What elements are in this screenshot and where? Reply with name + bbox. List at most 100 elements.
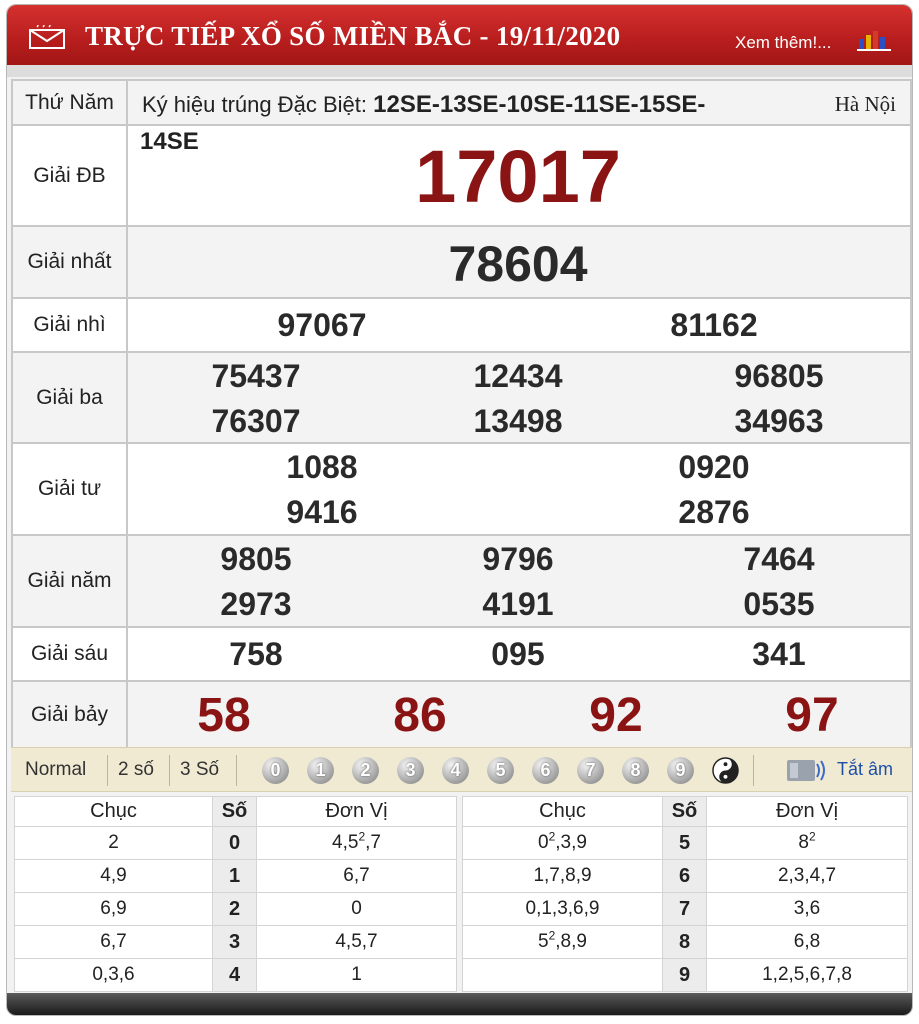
loto-so: 0: [212, 826, 257, 860]
loto-so: 6: [662, 859, 707, 893]
digit-ball-2[interactable]: 2: [352, 757, 379, 784]
digit-ball-8[interactable]: 8: [622, 757, 649, 784]
three-digit-mode-button[interactable]: 3 Số: [180, 759, 219, 781]
loto-so: 2: [212, 892, 257, 926]
table-row: 9 1,2,5,6,7,8: [462, 958, 908, 992]
prize-label-nam: Giải năm: [11, 534, 128, 628]
prize-number: 2973: [220, 586, 292, 622]
prize-label-nhat: Giải nhất: [11, 225, 128, 299]
table-row: 2 0 4,52,7: [14, 826, 457, 860]
prize-number: 75437: [211, 358, 301, 394]
digit-ball-5[interactable]: 5: [487, 757, 514, 784]
header-divider: [7, 65, 912, 77]
place-name: Hà Nội: [834, 92, 896, 116]
normal-mode-button[interactable]: Normal: [25, 759, 86, 781]
kyhieu-value-continued: 14SE: [140, 128, 199, 155]
display-toolbar: Normal 2 số 3 Số 0 1 2 3 4 5 6 7 8 9 Tắt…: [11, 747, 912, 792]
prize-number: 758: [229, 636, 283, 672]
loto-chuc: [462, 958, 663, 992]
digit-ball-4[interactable]: 4: [442, 757, 469, 784]
prize-label-sau: Giải sáu: [11, 626, 128, 682]
special-prize-number: 17017: [415, 135, 621, 218]
prize-number: 9416: [286, 494, 358, 530]
two-digit-mode-button[interactable]: 2 số: [118, 759, 154, 781]
loto-header-chuc: Chục: [14, 796, 213, 827]
mail-icon: [29, 25, 65, 49]
prize-number: 341: [752, 636, 806, 672]
loto-chuc: 1,7,8,9: [462, 859, 663, 893]
prize-number: 97067: [277, 307, 367, 343]
loto-header-donvi: Đơn Vị: [256, 796, 457, 827]
table-row: 6,9 2 0: [14, 892, 457, 926]
kyhieu-cell: Ký hiệu trúng Đặc Biệt: 12SE-13SE-10SE-1…: [126, 79, 912, 126]
loto-donvi: 3,6: [706, 892, 908, 926]
page-title: TRỰC TIẾP XỔ SỐ MIỀN BẮC - 19/11/2020: [85, 21, 621, 51]
prize-number: 9805: [220, 541, 292, 577]
see-more-link[interactable]: Xem thêm!...: [735, 33, 831, 53]
prize-nhat-cell: 78604: [126, 225, 912, 299]
prize-number: 97: [785, 689, 839, 742]
prize-label-tu: Giải tư: [11, 442, 128, 536]
kyhieu-line: Ký hiệu trúng Đặc Biệt: 12SE-13SE-10SE-1…: [142, 91, 705, 119]
prize-bay-cell: 58 86 92 97: [126, 680, 912, 750]
loto-donvi: 0: [256, 892, 457, 926]
weekday-cell: Thứ Năm: [11, 79, 128, 126]
loto-chuc: 0,3,6: [14, 958, 213, 992]
loto-so: 3: [212, 925, 257, 959]
loto-so: 4: [212, 958, 257, 992]
prize-number: 76307: [211, 403, 301, 439]
prize-nhi-cell: 97067 81162: [126, 297, 912, 353]
loto-so: 1: [212, 859, 257, 893]
bar-chart-icon[interactable]: [857, 27, 891, 51]
table-row: 02,3,9 5 82: [462, 826, 908, 860]
yin-yang-icon[interactable]: [712, 757, 739, 784]
loto-table-right: Chục Số Đơn Vị 02,3,9 5 82 1,7,8,9 6 2,3…: [462, 796, 908, 992]
separator: [236, 755, 237, 786]
loto-chuc: 6,7: [14, 925, 213, 959]
prize-number: 0535: [743, 586, 815, 622]
loto-donvi: 4,52,7: [256, 826, 457, 860]
kyhieu-label: Ký hiệu trúng Đặc Biệt:: [142, 92, 368, 117]
prize-number: 4191: [482, 586, 554, 622]
prize-label-ba: Giải ba: [11, 351, 128, 444]
table-row: 4,9 1 6,7: [14, 859, 457, 893]
separator: [107, 755, 108, 786]
table-row: 52,8,9 8 6,8: [462, 925, 908, 959]
lottery-panel: TRỰC TIẾP XỔ SỐ MIỀN BẮC - 19/11/2020 Xe…: [6, 4, 913, 1016]
loto-donvi: 1: [256, 958, 457, 992]
result-table: Thứ Năm Ký hiệu trúng Đặc Biệt: 12SE-13S…: [11, 79, 912, 750]
prize-ba-cell: 75437 12434 96805 76307 13498 34963: [126, 351, 912, 444]
header-bar: TRỰC TIẾP XỔ SỐ MIỀN BẮC - 19/11/2020 Xe…: [7, 5, 912, 71]
loto-so: 7: [662, 892, 707, 926]
loto-donvi: 4,5,7: [256, 925, 457, 959]
digit-ball-7[interactable]: 7: [577, 757, 604, 784]
digit-ball-1[interactable]: 1: [307, 757, 334, 784]
first-prize-number: 78604: [448, 236, 588, 292]
mute-button[interactable]: Tắt âm: [837, 759, 893, 780]
loto-header-chuc: Chục: [462, 796, 663, 827]
loto-donvi: 2,3,4,7: [706, 859, 908, 893]
loto-chuc: 6,9: [14, 892, 213, 926]
prize-number: 7464: [743, 541, 815, 577]
prize-db-cell: 14SE 17017: [126, 124, 912, 227]
prize-label-nhi: Giải nhì: [11, 297, 128, 353]
digit-ball-9[interactable]: 9: [667, 757, 694, 784]
prize-number: 58: [197, 689, 251, 742]
prize-number: 86: [393, 689, 447, 742]
prize-label-bay: Giải bảy: [11, 680, 128, 750]
loto-so: 5: [662, 826, 707, 860]
loto-header-so: Số: [212, 796, 257, 827]
digit-ball-6[interactable]: 6: [532, 757, 559, 784]
loto-chuc: 02,3,9: [462, 826, 663, 860]
digit-ball-3[interactable]: 3: [397, 757, 424, 784]
loto-donvi: 6,8: [706, 925, 908, 959]
kyhieu-value: 12SE-13SE-10SE-11SE-15SE-: [373, 91, 706, 118]
separator: [753, 755, 754, 786]
table-row: 0,3,6 4 1: [14, 958, 457, 992]
prize-number: 13498: [473, 403, 563, 439]
speaker-icon[interactable]: [786, 757, 826, 784]
table-row: 1,7,8,9 6 2,3,4,7: [462, 859, 908, 893]
loto-chuc: 52,8,9: [462, 925, 663, 959]
digit-ball-0[interactable]: 0: [262, 757, 289, 784]
loto-header-donvi: Đơn Vị: [706, 796, 908, 827]
